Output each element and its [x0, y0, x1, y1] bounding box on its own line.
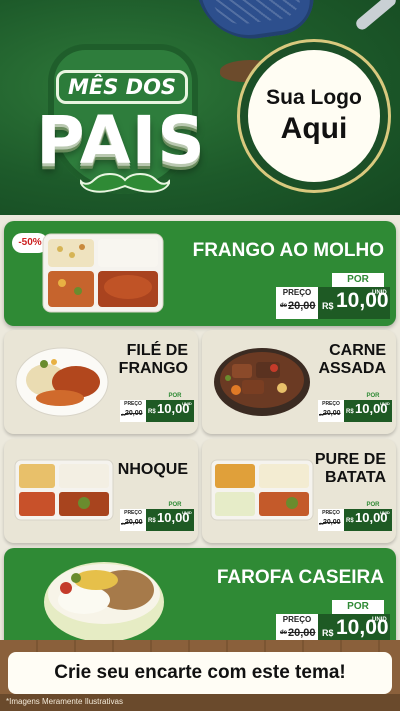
food-bowl-icon [44, 562, 164, 642]
product-name-line2: FRANGO [118, 359, 188, 377]
footnote: *Imagens Meramente Ilustrativas [6, 697, 123, 706]
product-name: FRANGO AO MOLHO [192, 240, 384, 261]
cta-banner: Crie seu encarte com este tema! [8, 652, 392, 694]
old-price: 20,00 [125, 519, 143, 526]
product-card[interactable]: -50% FRANGO AO MOLHO POR PREÇO de 20,00 … [4, 221, 396, 326]
old-price-prefix: de [280, 630, 288, 636]
price-por-label: POR [358, 392, 388, 400]
unit-label: UNID [380, 401, 390, 406]
product-name-line1: CARNE [329, 342, 386, 359]
price-preco-label: PREÇO [278, 288, 316, 298]
old-price-prefix: de [280, 303, 288, 309]
store-logo-placeholder: Sua Logo Aqui [240, 42, 388, 190]
product-card[interactable]: FILÉ DE FRANGO POR PREÇO de 20,00 R$ 10,… [4, 330, 198, 434]
flyer-page: MÊS DOS PAIS Sua Logo Aqui -50% FRANGO A… [0, 0, 400, 711]
price-preco-label: PREÇO [121, 510, 145, 517]
product-name-line2: ASSADA [318, 359, 386, 377]
mustache-icon [80, 173, 170, 193]
unit-label: UNID [182, 401, 192, 406]
price-por-label: POR [332, 273, 384, 287]
unit-label: UNID [182, 510, 192, 515]
product-card[interactable]: NHOQUE POR PREÇO de 20,00 R$ 10,00 UNID [4, 439, 198, 543]
currency: R$ [322, 301, 334, 311]
price-tag: POR PREÇO de 20,00 R$ 10,00 UNID [120, 392, 194, 422]
currency: R$ [346, 518, 354, 524]
old-price: 20,00 [125, 410, 143, 417]
price-por-label: POR [358, 501, 388, 509]
food-tray-icon [42, 233, 164, 313]
product-name: FILÉ DE FRANGO [119, 342, 188, 378]
mes-dos-pais-logo: MÊS DOS PAIS [8, 40, 228, 200]
food-plate-icon [15, 347, 109, 417]
product-card[interactable]: FAROFA CASEIRA POR PREÇO de 20,00 R$ 10,… [4, 548, 396, 650]
currency: R$ [346, 409, 354, 415]
logo-line1: MÊS DOS [56, 70, 188, 104]
old-price: 20,00 [288, 627, 316, 639]
tie-decoration [196, 0, 319, 46]
product-name-line1: PURE DE [314, 451, 386, 468]
product-name-line1: FILÉ DE [126, 342, 188, 359]
product-name-line2: BATATA [324, 468, 386, 486]
food-bowl-icon [214, 348, 310, 416]
product-card[interactable]: PURE DE BATATA POR PREÇO de 20,00 R$ 10,… [202, 439, 396, 543]
currency: R$ [148, 409, 156, 415]
price-tag: POR PREÇO de 20,00 R$ 10,00 UNID [276, 273, 390, 319]
logo-line2: PAIS [36, 102, 206, 179]
product-card[interactable]: CARNE ASSADA POR PREÇO de 20,00 R$ 10,00… [202, 330, 396, 434]
unit-label: UNID [372, 617, 387, 623]
price-tag: POR PREÇO de 20,00 R$ 10,00 UNID [318, 392, 392, 422]
product-name: NHOQUE [117, 461, 188, 478]
price-preco-label: PREÇO [121, 401, 145, 408]
price-preco-label: PREÇO [319, 401, 343, 408]
price-preco-label: PREÇO [278, 615, 316, 625]
price-tag: POR PREÇO de 20,00 R$ 10,00 UNID [318, 501, 392, 531]
price-por-label: POR [332, 600, 384, 614]
old-price: 20,00 [288, 300, 316, 312]
unit-label: UNID [372, 290, 387, 296]
logo-placeholder-line1: Sua Logo [266, 86, 362, 109]
product-name: CARNE ASSADA [318, 342, 386, 378]
price-preco-label: PREÇO [319, 510, 343, 517]
currency: R$ [148, 518, 156, 524]
logo-placeholder-line2: Aqui [280, 112, 348, 145]
price-tag: POR PREÇO de 20,00 R$ 10,00 UNID [120, 501, 194, 531]
product-name: PURE DE BATATA [315, 451, 386, 487]
food-tray-icon [14, 459, 114, 521]
old-price: 20,00 [323, 410, 341, 417]
price-por-label: POR [160, 501, 190, 509]
unit-label: UNID [380, 510, 390, 515]
product-name: FAROFA CASEIRA [216, 567, 384, 588]
wrench-icon [353, 0, 399, 33]
old-price: 20,00 [323, 519, 341, 526]
price-por-label: POR [160, 392, 190, 400]
currency: R$ [322, 628, 334, 638]
food-tray-icon [210, 459, 314, 521]
header: MÊS DOS PAIS Sua Logo Aqui [0, 0, 400, 215]
